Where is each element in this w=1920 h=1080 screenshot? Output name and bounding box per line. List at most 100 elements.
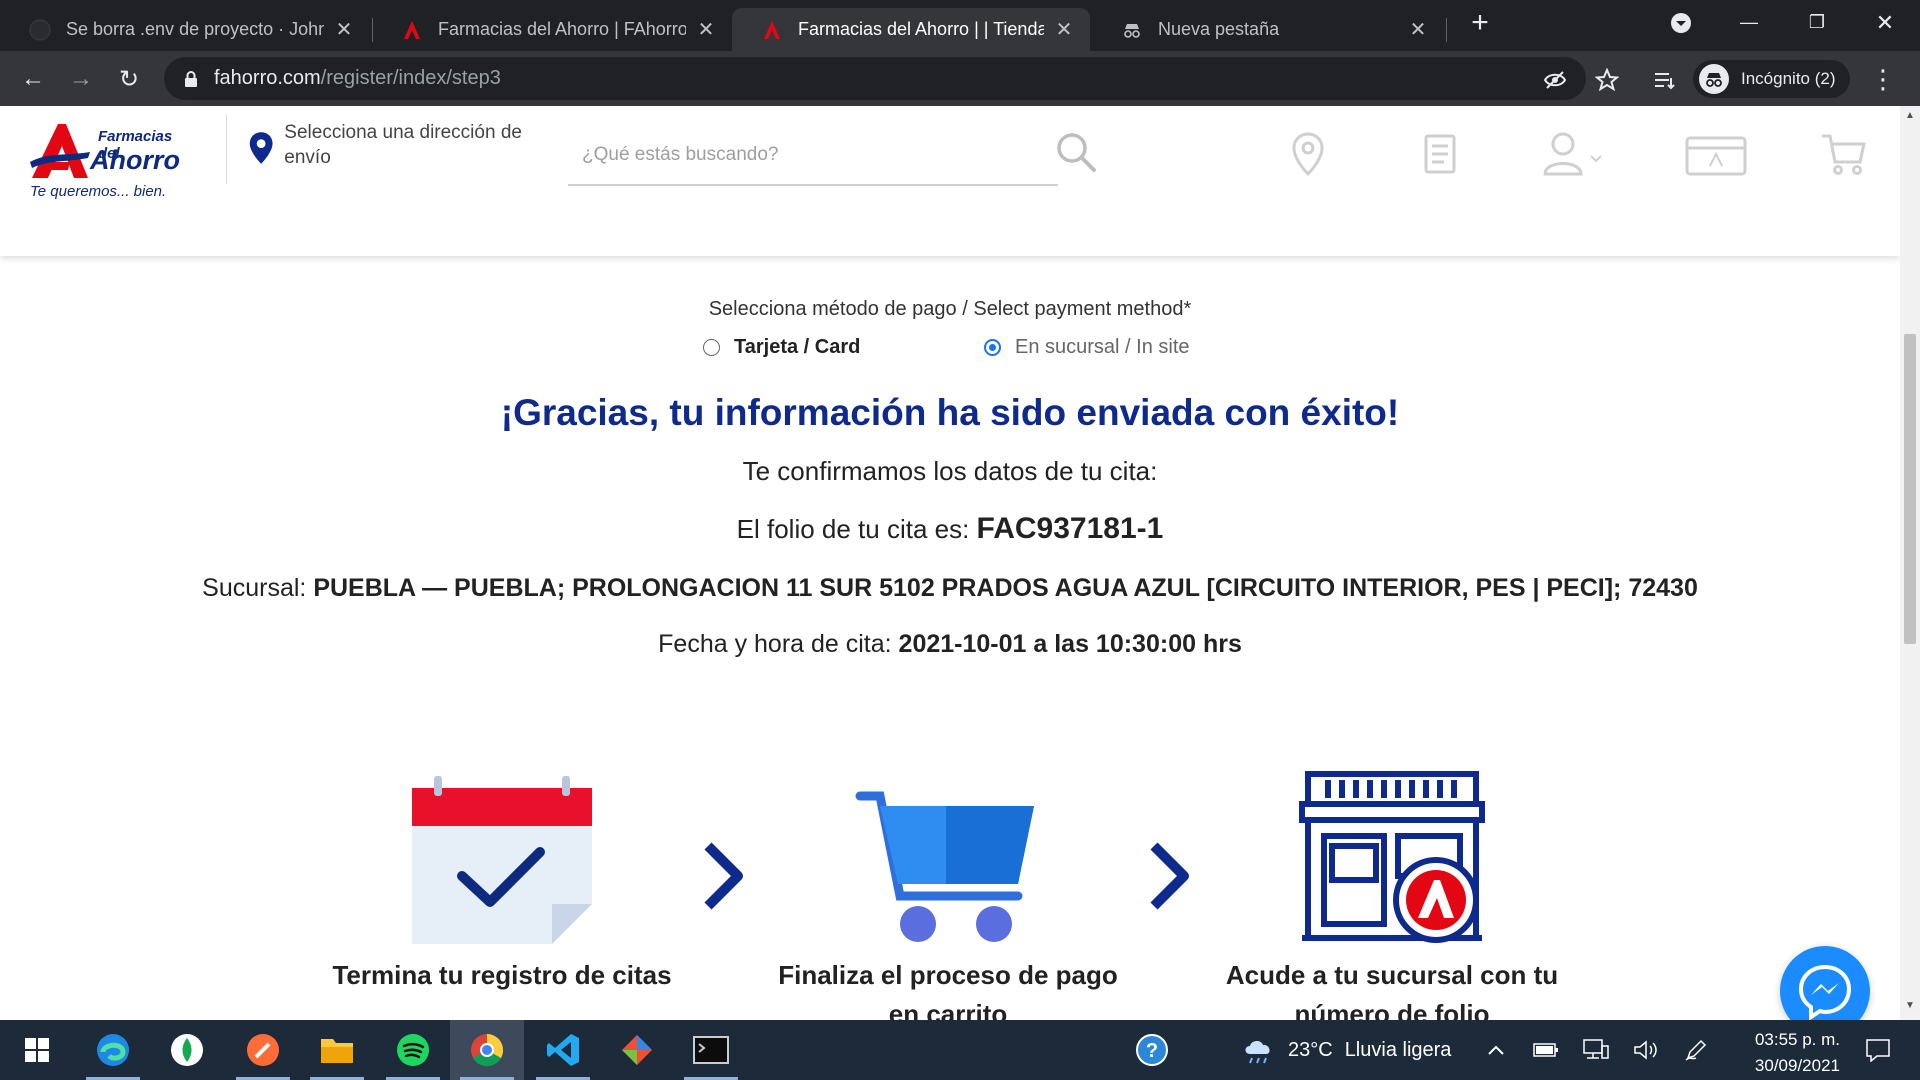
tab-fahorro-active[interactable]: Farmacias del Ahorro | | Tienda en ✕ <box>732 8 1090 51</box>
confirmation-subtitle: Te confirmamos los datos de tu cita: <box>742 456 1158 486</box>
address-prompt: Selecciona una dirección de envío <box>284 122 522 168</box>
search-placeholder: ¿Qué estás buscando? <box>582 144 779 165</box>
close-window-button[interactable]: ✕ <box>1856 0 1914 45</box>
new-tab-button[interactable]: + <box>1450 0 1510 45</box>
shopping-cart-icon <box>855 791 1034 942</box>
scrollbar-thumb[interactable] <box>1904 334 1916 644</box>
radio-label: En sucursal / In site <box>1015 336 1190 358</box>
github-icon <box>28 18 52 42</box>
loyalty-card-icon[interactable] <box>1684 126 1748 182</box>
tab-github[interactable]: Se borra .env de proyecto · JohnF ✕ <box>0 8 370 51</box>
edge-icon <box>97 1034 129 1066</box>
close-icon[interactable]: ✕ <box>1052 17 1076 42</box>
file-explorer-app[interactable] <box>300 1020 374 1080</box>
logo-text-main: Ahorro <box>90 145 180 175</box>
page-scrollbar[interactable]: ▲ ▼ <box>1900 106 1920 1020</box>
battery-icon[interactable] <box>1526 1020 1566 1080</box>
mongodb-compass-app[interactable] <box>150 1020 224 1080</box>
weather-desc: Lluvia ligera <box>1344 1038 1452 1061</box>
branch-line: Sucursal: PUEBLA — PUEBLA; PROLONGACION … <box>0 574 1900 603</box>
location-pin-icon <box>249 132 273 164</box>
messenger-icon <box>1798 964 1852 1020</box>
site-logo[interactable]: Farmacias del Ahorro Te queremos... bien… <box>28 118 188 208</box>
clock-date: 30/09/2021 <box>1754 1056 1840 1075</box>
close-icon[interactable]: ✕ <box>694 17 718 42</box>
store-icon <box>1299 771 1485 943</box>
tab-search-icon[interactable] <box>1652 0 1710 45</box>
git-app[interactable] <box>600 1020 674 1080</box>
address-bar[interactable]: fahorro.com/register/index/step3 <box>164 57 1586 100</box>
vscode-app[interactable] <box>526 1020 600 1080</box>
store-locator-icon[interactable] <box>1280 126 1336 182</box>
show-hidden-icons-chevron-up-icon[interactable] <box>1478 1020 1514 1080</box>
payment-option-in-site[interactable]: En sucursal / In site <box>984 336 1190 359</box>
folio-line: El folio de tu cita es: FAC937181-1 <box>0 512 1900 546</box>
url-text: fahorro.com/register/index/step3 <box>214 67 501 90</box>
site-header: Farmacias del Ahorro Te queremos... bien… <box>0 106 1900 256</box>
forward-button[interactable]: → <box>62 60 100 98</box>
branch-label: Sucursal: <box>202 574 314 602</box>
bookmark-star-icon[interactable] <box>1594 67 1620 93</box>
restore-button[interactable]: ❐ <box>1788 0 1846 45</box>
close-icon[interactable]: ✕ <box>332 17 356 42</box>
lock-icon <box>185 70 197 87</box>
spotify-app[interactable] <box>376 1020 450 1080</box>
radio-button[interactable] <box>703 339 720 356</box>
browser-menu-button[interactable]: ⋮ <box>1864 60 1902 98</box>
chrome-app[interactable] <box>450 1020 524 1080</box>
prescription-list-icon[interactable] <box>1412 126 1468 182</box>
eye-off-icon[interactable] <box>1542 67 1568 93</box>
vscode-icon <box>547 1034 579 1066</box>
search-input[interactable]: ¿Qué estás buscando? <box>568 130 1058 186</box>
scroll-up-arrow-icon[interactable]: ▲ <box>1900 110 1920 126</box>
chevron-right-icon <box>704 842 743 910</box>
incognito-profile-button[interactable]: Incógnito (2) <box>1693 60 1850 98</box>
postman-icon <box>247 1034 279 1066</box>
payment-option-card[interactable]: Tarjeta / Card <box>703 336 860 359</box>
profile-label: Incógnito (2) <box>1741 69 1836 88</box>
network-icon[interactable] <box>1576 1020 1616 1080</box>
tab-new[interactable]: Nueva pestaña ✕ <box>1092 8 1444 51</box>
pen-workspace-icon[interactable] <box>1676 1020 1716 1080</box>
svg-text:?: ? <box>1146 1040 1158 1062</box>
required-mark: * <box>1183 298 1192 320</box>
step-label: Acude a tu sucursal con tu número de fol… <box>1225 960 1559 1020</box>
branch-value: PUEBLA — PUEBLA; PROLONGACION 11 SUR 510… <box>313 574 1698 602</box>
browser-toolbar: ← → ↻ fahorro.com/register/index/step3 I… <box>0 51 1920 106</box>
system-clock[interactable]: 03:55 p. m. 30/09/2021 <box>1720 1027 1840 1079</box>
volume-icon[interactable] <box>1626 1020 1666 1080</box>
help-icon[interactable]: ? <box>1130 1020 1174 1080</box>
reading-list-icon[interactable] <box>1652 67 1678 93</box>
messenger-chat-button[interactable] <box>1780 946 1870 1020</box>
chevron-right-icon <box>1150 842 1189 910</box>
url-host: fahorro.com <box>214 67 321 89</box>
git-gui-icon <box>622 1035 652 1065</box>
shopping-cart-icon[interactable] <box>1816 126 1872 182</box>
start-button[interactable] <box>0 1020 74 1080</box>
minimize-button[interactable]: — <box>1720 0 1778 45</box>
tab-title: Farmacias del Ahorro | FAhorro | F <box>438 19 686 39</box>
tab-separator <box>1446 18 1447 42</box>
postman-app[interactable] <box>226 1020 300 1080</box>
tab-fahorro-1[interactable]: Farmacias del Ahorro | FAhorro | F ✕ <box>372 8 732 51</box>
weather-widget[interactable]: 23°C Lluvia ligera <box>1242 1020 1451 1080</box>
edge-app[interactable] <box>76 1020 150 1080</box>
account-icon[interactable] <box>1536 126 1616 182</box>
shipping-address-selector[interactable]: Selecciona una dirección de envío <box>248 120 538 170</box>
chrome-icon <box>471 1034 504 1067</box>
search-icon[interactable] <box>1054 130 1098 174</box>
datetime-label: Fecha y hora de cita: <box>658 630 899 658</box>
close-icon[interactable]: ✕ <box>1406 17 1430 42</box>
reload-button[interactable]: ↻ <box>110 60 148 98</box>
incognito-icon <box>1699 64 1729 94</box>
radio-button[interactable] <box>984 339 1001 356</box>
terminal-app[interactable] <box>674 1020 748 1080</box>
datetime-line: Fecha y hora de cita: 2021-10-01 a las 1… <box>0 630 1900 659</box>
scroll-down-arrow-icon[interactable]: ▼ <box>1900 1000 1920 1016</box>
back-button[interactable]: ← <box>14 60 52 98</box>
folio-value: FAC937181-1 <box>976 512 1164 545</box>
fahorro-favicon-icon <box>400 18 424 42</box>
rain-cloud-icon <box>1245 1040 1270 1064</box>
clock-time: 03:55 p. m. <box>1754 1030 1840 1049</box>
notifications-icon[interactable] <box>1850 1020 1906 1080</box>
